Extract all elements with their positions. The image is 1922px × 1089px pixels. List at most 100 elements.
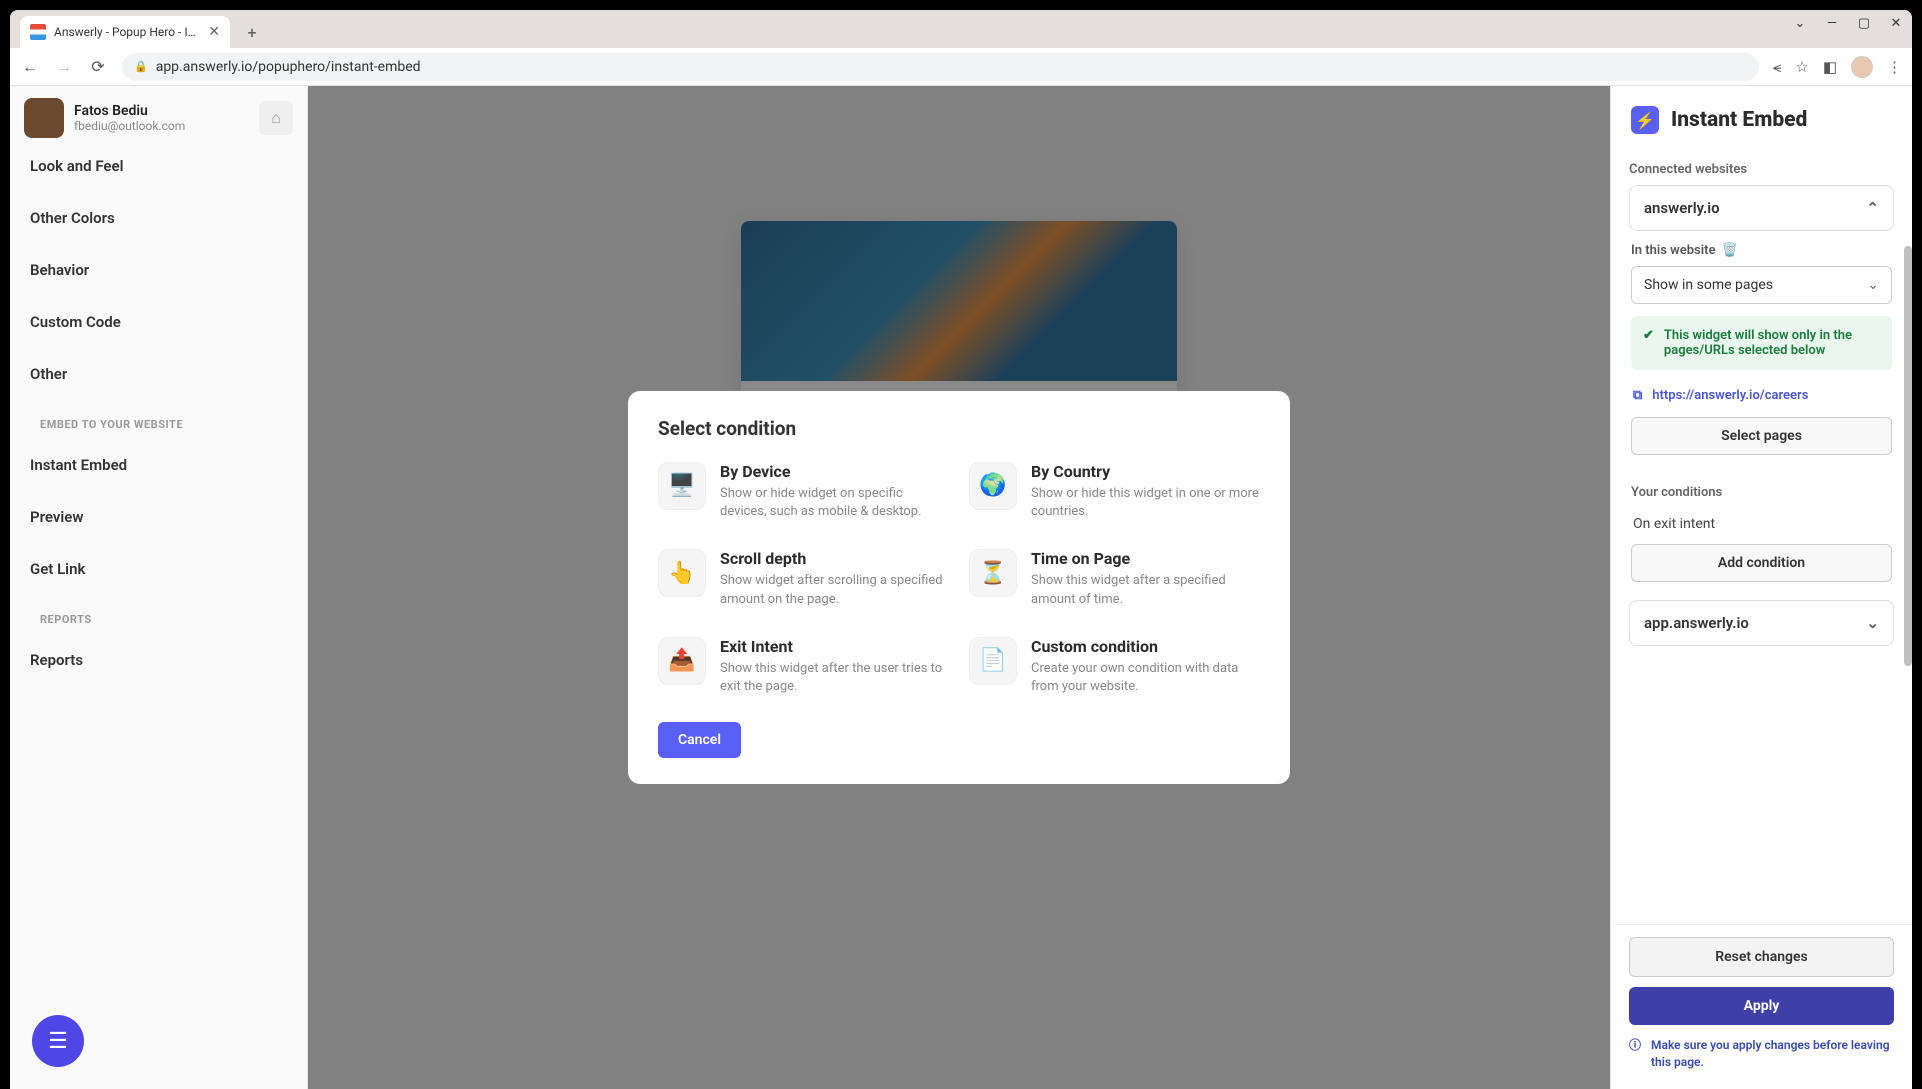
your-conditions-label: Your conditions	[1631, 485, 1892, 500]
chevron-down-icon: ⌄	[1866, 614, 1879, 632]
connected-websites-label: Connected websites	[1629, 162, 1894, 177]
hourglass-icon: ⏳	[969, 549, 1017, 597]
document-icon: 📄	[969, 637, 1017, 685]
chevron-down-icon[interactable]: ⌄	[1790, 16, 1810, 31]
user-profile[interactable]: Fatos Bediu fbediu@outlook.com ⌂	[10, 86, 307, 150]
show-mode-select[interactable]: Show in some pages ⌄	[1631, 266, 1892, 304]
browser-tab[interactable]: Answerly - Popup Hero - Inst ✕	[20, 16, 230, 48]
lock-icon: 🔒	[134, 60, 148, 73]
fab-menu-button[interactable]: ☰	[32, 1015, 84, 1067]
exit-icon: 📤	[658, 637, 706, 685]
scrollbar-thumb[interactable]	[1904, 246, 1912, 666]
page-url: https://answerly.io/careers	[1652, 388, 1808, 403]
bolt-icon: ⚡	[1631, 106, 1659, 134]
condition-by-country[interactable]: 🌍 By Country Show or hide this widget in…	[969, 462, 1260, 521]
website-accordion-2[interactable]: app.answerly.io ⌄	[1629, 600, 1894, 646]
condition-title: By Device	[720, 462, 949, 481]
external-link-icon: ⧉	[1633, 388, 1642, 403]
device-icon: 🖥️	[658, 462, 706, 510]
avatar	[24, 98, 64, 138]
condition-title: Time on Page	[1031, 549, 1260, 568]
sidebar-item-preview[interactable]: Preview	[10, 491, 307, 543]
condition-title: Custom condition	[1031, 637, 1260, 656]
bookmark-icon[interactable]: ☆	[1795, 58, 1808, 76]
sidebar-item-reports[interactable]: Reports	[10, 634, 307, 686]
condition-title: By Country	[1031, 462, 1260, 481]
modal-title: Select condition	[658, 417, 1260, 440]
info-icon: ⓘ	[1629, 1037, 1641, 1071]
panel-title: Instant Embed	[1671, 108, 1807, 132]
apply-button[interactable]: Apply	[1629, 987, 1894, 1025]
show-mode-value: Show in some pages	[1644, 277, 1773, 293]
right-panel: ⚡ Instant Embed Connected websites answe…	[1610, 86, 1912, 1089]
address-bar: ← → ⟳ 🔒 app.answerly.io/popuphero/instan…	[10, 48, 1912, 86]
condition-desc: Show or hide this widget in one or more …	[1031, 485, 1260, 521]
sidebar-item-custom-code[interactable]: Custom Code	[10, 296, 307, 348]
chevron-up-icon: ⌃	[1866, 199, 1879, 217]
maximize-icon[interactable]: ▢	[1854, 16, 1874, 31]
home-button[interactable]: ⌂	[259, 101, 293, 135]
condition-item[interactable]: On exit intent	[1631, 508, 1892, 544]
condition-scroll-depth[interactable]: 👆 Scroll depth Show widget after scrolli…	[658, 549, 949, 608]
sidebar-item-other[interactable]: Other	[10, 348, 307, 400]
sidebar-item-behavior[interactable]: Behavior	[10, 244, 307, 296]
condition-custom[interactable]: 📄 Custom condition Create your own condi…	[969, 637, 1260, 696]
reset-changes-button[interactable]: Reset changes	[1629, 937, 1894, 977]
condition-desc: Create your own condition with data from…	[1031, 660, 1260, 696]
website-accordion-1[interactable]: answerly.io ⌃	[1629, 185, 1894, 231]
tab-title: Answerly - Popup Hero - Inst	[54, 25, 200, 39]
page-link-row[interactable]: ⧉ https://answerly.io/careers	[1631, 382, 1892, 417]
minimize-icon[interactable]: —	[1822, 16, 1842, 31]
reload-button[interactable]: ⟳	[88, 57, 108, 76]
condition-desc: Show or hide widget on specific devices,…	[720, 485, 949, 521]
info-text: This widget will show only in the pages/…	[1664, 328, 1880, 358]
menu-icon[interactable]: ⋮	[1887, 58, 1902, 76]
check-circle-icon: ✔	[1643, 328, 1654, 358]
user-email: fbediu@outlook.com	[74, 119, 185, 133]
favicon-icon	[30, 24, 46, 40]
add-condition-button[interactable]: Add condition	[1631, 544, 1892, 582]
in-website-label: In this website 🗑️	[1631, 243, 1892, 258]
cancel-button[interactable]: Cancel	[658, 722, 741, 758]
condition-desc: Show this widget after the user tries to…	[720, 660, 949, 696]
condition-desc: Show widget after scrolling a specified …	[720, 572, 949, 608]
sidebar: Fatos Bediu fbediu@outlook.com ⌂ Look an…	[10, 86, 308, 1089]
trash-icon[interactable]: 🗑️	[1721, 243, 1737, 258]
back-button[interactable]: ←	[20, 57, 40, 77]
sidebar-item-instant-embed[interactable]: Instant Embed	[10, 439, 307, 491]
browser-tab-bar: Answerly - Popup Hero - Inst ✕ + ⌄ — ▢ ✕	[10, 10, 1912, 48]
condition-time-on-page[interactable]: ⏳ Time on Page Show this widget after a …	[969, 549, 1260, 608]
profile-avatar-icon[interactable]	[1851, 56, 1873, 78]
website-name: app.answerly.io	[1644, 614, 1749, 632]
globe-icon: 🌍	[969, 462, 1017, 510]
user-name: Fatos Bediu	[74, 103, 185, 119]
website-name: answerly.io	[1644, 199, 1720, 217]
sidebar-item-other-colors[interactable]: Other Colors	[10, 192, 307, 244]
condition-desc: Show this widget after a specified amoun…	[1031, 572, 1260, 608]
main-canvas: Select condition 🖥️ By Device Show or hi…	[308, 86, 1610, 1089]
info-message: ✔ This widget will show only in the page…	[1631, 316, 1892, 370]
sidebar-item-get-link[interactable]: Get Link	[10, 543, 307, 595]
condition-by-device[interactable]: 🖥️ By Device Show or hide widget on spec…	[658, 462, 949, 521]
modal-overlay[interactable]: Select condition 🖥️ By Device Show or hi…	[308, 86, 1610, 1089]
new-tab-button[interactable]: +	[238, 18, 266, 46]
condition-title: Scroll depth	[720, 549, 949, 568]
forward-button[interactable]: →	[54, 57, 74, 77]
chevron-down-icon: ⌄	[1867, 277, 1879, 293]
condition-exit-intent[interactable]: 📤 Exit Intent Show this widget after the…	[658, 637, 949, 696]
share-icon[interactable]: ⪪	[1773, 58, 1781, 76]
condition-title: Exit Intent	[720, 637, 949, 656]
warning-text: Make sure you apply changes before leavi…	[1651, 1037, 1894, 1071]
scroll-icon: 👆	[658, 549, 706, 597]
select-pages-button[interactable]: Select pages	[1631, 417, 1892, 455]
url-field[interactable]: 🔒 app.answerly.io/popuphero/instant-embe…	[122, 53, 1759, 81]
sidebar-item-look-and-feel[interactable]: Look and Feel	[10, 150, 307, 192]
warning-message: ⓘ Make sure you apply changes before lea…	[1629, 1037, 1894, 1071]
close-tab-icon[interactable]: ✕	[208, 24, 220, 40]
sidebar-header-embed: EMBED TO YOUR WEBSITE	[10, 400, 307, 439]
sidebar-header-reports: REPORTS	[10, 595, 307, 634]
select-condition-modal: Select condition 🖥️ By Device Show or hi…	[628, 391, 1290, 784]
extensions-icon[interactable]: ◧	[1823, 58, 1837, 76]
close-window-icon[interactable]: ✕	[1886, 16, 1906, 31]
url-text: app.answerly.io/popuphero/instant-embed	[156, 59, 421, 75]
